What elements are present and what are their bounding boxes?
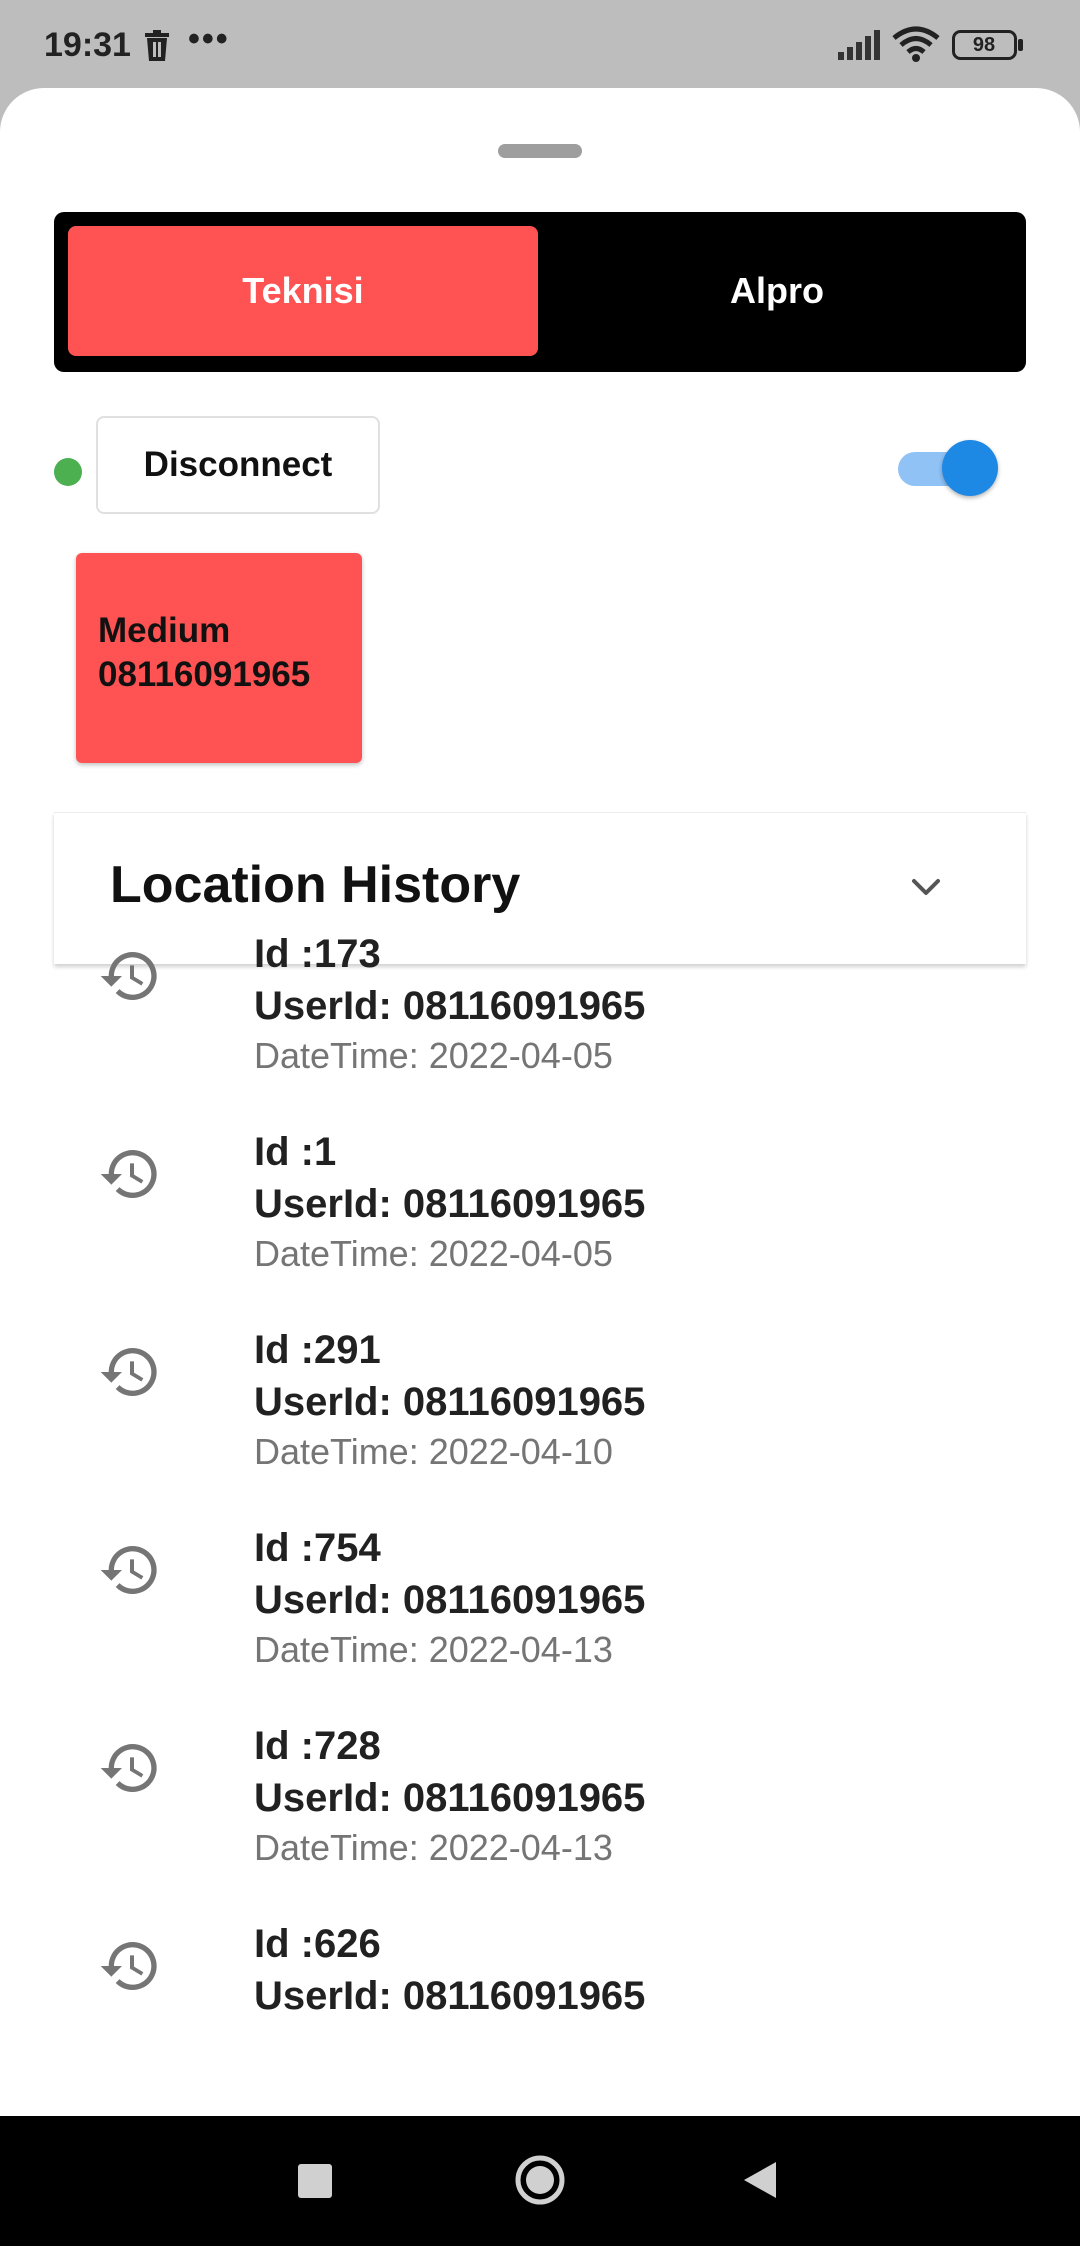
location-history-list: Id :173 UserId: 08116091965 DateTime: 2022… <box>0 930 1080 2118</box>
status-time: 19:31 <box>44 26 131 64</box>
history-item-text: Id :291 UserId: 08116091965 DateTime: 2022… <box>254 1326 645 1474</box>
history-item-text: Id :728 UserId: 08116091965 DateTime: 2022… <box>254 1722 645 1870</box>
signal-icon <box>838 30 882 65</box>
history-item-datetime: DateTime: 2022-04-13 <box>254 1629 613 1670</box>
chevron-down-icon[interactable] <box>906 867 946 912</box>
history-icon <box>98 1538 162 1607</box>
history-item-id: Id :173 <box>254 932 381 976</box>
history-list-item[interactable]: Id :626 UserId: 08116091965 <box>0 1920 1080 2118</box>
tab-alpro[interactable]: Alpro <box>542 226 1012 356</box>
history-item-datetime: DateTime: 2022-04-05 <box>254 1233 613 1274</box>
history-item-id: Id :626 <box>254 1922 381 1966</box>
history-list-item[interactable]: Id :754 UserId: 08116091965 DateTime: 2022… <box>0 1524 1080 1722</box>
history-item-text: Id :173 UserId: 08116091965 DateTime: 2022… <box>254 930 645 1078</box>
history-item-userid: UserId: 08116091965 <box>254 984 646 1028</box>
history-icon <box>98 944 162 1013</box>
history-item-datetime: DateTime: 2022-04-13 <box>254 1827 613 1868</box>
recents-square-icon[interactable] <box>298 2164 332 2198</box>
user-card-level: Medium <box>98 611 231 650</box>
tracking-toggle[interactable] <box>898 440 998 498</box>
navigation-bar <box>0 2116 1080 2246</box>
history-list-item[interactable]: Id :728 UserId: 08116091965 DateTime: 2022… <box>0 1722 1080 1920</box>
history-item-datetime: DateTime: 2022-04-10 <box>254 1431 613 1472</box>
history-item-datetime: DateTime: 2022-04-05 <box>254 1035 613 1076</box>
toggle-thumb <box>942 440 998 496</box>
user-card[interactable]: Medium 08116091965 <box>76 553 362 763</box>
location-history-title: Location History <box>110 856 521 914</box>
history-item-userid: UserId: 08116091965 <box>254 1380 646 1424</box>
history-list-item[interactable]: Id :173 UserId: 08116091965 DateTime: 2022… <box>0 930 1080 1128</box>
history-item-id: Id :728 <box>254 1724 381 1768</box>
history-icon <box>98 1736 162 1805</box>
history-icon <box>98 1340 162 1409</box>
trash-icon <box>144 30 170 67</box>
connection-status-dot <box>54 458 82 486</box>
history-icon <box>98 1142 162 1211</box>
history-item-text: Id :1 UserId: 08116091965 DateTime: 2022-0… <box>254 1128 645 1276</box>
wifi-icon <box>892 26 940 67</box>
back-triangle-icon[interactable] <box>742 2160 778 2205</box>
home-circle-icon[interactable] <box>514 2154 566 2211</box>
history-item-id: Id :291 <box>254 1328 381 1372</box>
history-icon <box>98 1934 162 2003</box>
history-item-userid: UserId: 08116091965 <box>254 1974 646 2018</box>
history-item-userid: UserId: 08116091965 <box>254 1182 646 1226</box>
history-item-id: Id :1 <box>254 1130 337 1174</box>
history-item-id: Id :754 <box>254 1526 381 1570</box>
tab-bar: Teknisi Alpro <box>54 212 1026 372</box>
history-list-item[interactable]: Id :291 UserId: 08116091965 DateTime: 2022… <box>0 1326 1080 1524</box>
history-item-text: Id :754 UserId: 08116091965 DateTime: 2022… <box>254 1524 645 1672</box>
drag-handle[interactable] <box>498 144 582 158</box>
history-item-userid: UserId: 08116091965 <box>254 1776 646 1820</box>
history-item-userid: UserId: 08116091965 <box>254 1578 646 1622</box>
more-notifications-icon: ••• <box>188 20 230 58</box>
history-list-item[interactable]: Id :1 UserId: 08116091965 DateTime: 2022-0… <box>0 1128 1080 1326</box>
battery-level: 98 <box>972 34 996 56</box>
disconnect-button[interactable]: Disconnect <box>96 416 380 514</box>
history-item-text: Id :626 UserId: 08116091965 <box>254 1920 645 2024</box>
user-card-phone: 08116091965 <box>98 655 311 694</box>
status-bar: 19:31 ••• 98 <box>0 0 1080 90</box>
tab-teknisi[interactable]: Teknisi <box>68 226 538 356</box>
